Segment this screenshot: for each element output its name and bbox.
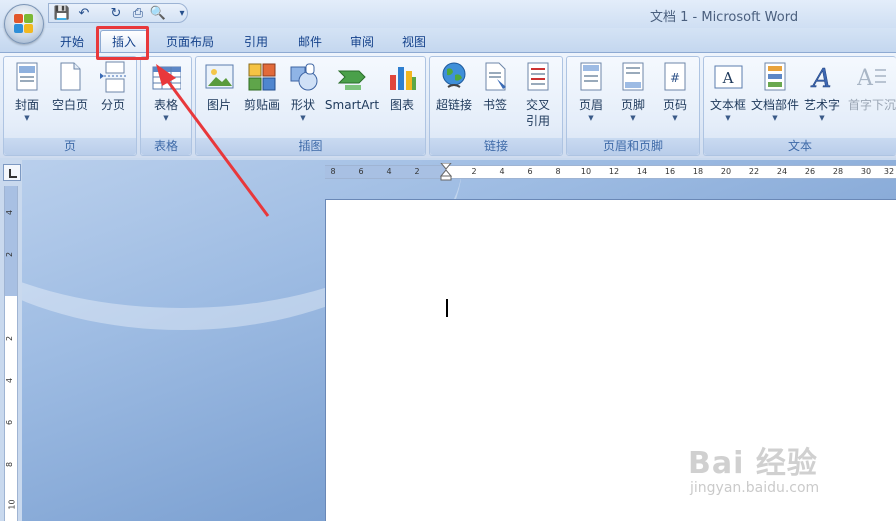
table-icon bbox=[151, 61, 182, 93]
group-label-links: 链接 bbox=[430, 138, 562, 155]
bookmark-icon bbox=[480, 61, 510, 93]
bookmark-button[interactable]: 书签 bbox=[478, 61, 512, 137]
chevron-down-icon: ▼ bbox=[163, 114, 169, 122]
shapes-icon bbox=[288, 61, 318, 93]
insert-tab-highlight bbox=[96, 26, 149, 60]
group-illustrations: 图片 剪贴画 形状 ▼ SmartArt 图表 插图 bbox=[195, 56, 426, 156]
text-box-button[interactable]: A 文本框 ▼ bbox=[708, 61, 748, 137]
wordart-icon: A bbox=[807, 61, 837, 95]
group-label-tables: 表格 bbox=[141, 138, 191, 155]
picture-button[interactable]: 图片 bbox=[202, 61, 236, 137]
group-header-footer: 页眉 ▼ 页脚 ▼ # 页码 ▼ 页眉和页脚 bbox=[566, 56, 700, 156]
tab-view[interactable]: 视图 bbox=[392, 30, 436, 52]
page-number-button[interactable]: # 页码 ▼ bbox=[657, 61, 693, 137]
chevron-down-icon: ▼ bbox=[819, 114, 825, 122]
window-title: 文档 1 - Microsoft Word bbox=[650, 10, 799, 25]
print-icon[interactable]: ⎙ bbox=[129, 5, 147, 22]
svg-text:A: A bbox=[722, 69, 734, 87]
picture-icon bbox=[204, 61, 234, 93]
text-cursor bbox=[446, 299, 448, 317]
text-box-icon: A bbox=[713, 61, 743, 93]
horizontal-ruler[interactable]: 8 6 4 2 2 4 6 8 10 12 14 16 18 20 22 24 … bbox=[325, 163, 896, 181]
smartart-icon bbox=[337, 61, 367, 93]
group-label-text: 文本 bbox=[704, 138, 896, 155]
hyperlink-button[interactable]: 超链接 bbox=[434, 61, 474, 137]
group-links: 超链接 书签 交叉 引用 链接 bbox=[429, 56, 563, 156]
chevron-down-icon: ▼ bbox=[672, 114, 678, 122]
chevron-down-icon: ▼ bbox=[772, 114, 778, 122]
clip-art-icon bbox=[247, 61, 277, 93]
vertical-ruler[interactable]: 4 2 2 4 6 8 10 bbox=[4, 186, 18, 521]
office-logo-icon bbox=[14, 14, 34, 34]
chevron-down-icon: ▼ bbox=[725, 114, 731, 122]
chevron-down-icon: ▼ bbox=[300, 114, 306, 122]
quick-parts-button[interactable]: 文档部件 ▼ bbox=[750, 61, 800, 137]
watermark-brand: Bai 经验 bbox=[688, 446, 818, 481]
cross-reference-icon bbox=[523, 61, 553, 93]
globe-icon bbox=[439, 61, 469, 93]
ribbon: 封面 ▼ 空白页 分页 页 表格 ▼ 表格 图片 剪贴画 形状 ▼ SmartA… bbox=[0, 52, 896, 158]
shapes-button[interactable]: 形状 ▼ bbox=[286, 61, 320, 137]
table-button[interactable]: 表格 ▼ bbox=[147, 61, 185, 137]
group-label-illustrations: 插图 bbox=[196, 138, 425, 155]
save-icon[interactable]: 💾 bbox=[53, 5, 71, 22]
baidu-watermark: Bai 经验 jingyan.baidu.com bbox=[688, 432, 888, 502]
cross-reference-button[interactable]: 交叉 引用 bbox=[518, 61, 558, 137]
header-button[interactable]: 页眉 ▼ bbox=[573, 61, 609, 137]
clip-art-button[interactable]: 剪贴画 bbox=[240, 61, 284, 137]
group-pages: 封面 ▼ 空白页 分页 页 bbox=[3, 56, 137, 156]
cover-page-icon bbox=[12, 61, 42, 93]
page-break-button[interactable]: 分页 bbox=[96, 61, 130, 137]
footer-button[interactable]: 页脚 ▼ bbox=[615, 61, 651, 137]
group-text: A 文本框 ▼ 文档部件 ▼ A 艺术字 ▼ A 首字下沉 文本 bbox=[703, 56, 896, 156]
blank-page-icon bbox=[55, 61, 85, 93]
chart-button[interactable]: 图表 bbox=[384, 61, 420, 137]
top-margin-area bbox=[5, 186, 17, 296]
svg-text:A: A bbox=[811, 64, 832, 93]
office-button[interactable] bbox=[4, 4, 44, 44]
svg-text:#: # bbox=[670, 71, 680, 85]
blank-page-button[interactable]: 空白页 bbox=[50, 61, 90, 137]
indent-marker-icon[interactable] bbox=[439, 163, 463, 181]
svg-text:A: A bbox=[857, 66, 874, 91]
tab-mailings[interactable]: 邮件 bbox=[288, 30, 332, 52]
footer-icon bbox=[618, 61, 648, 93]
header-icon bbox=[576, 61, 606, 93]
tab-review[interactable]: 审阅 bbox=[340, 30, 384, 52]
smartart-button[interactable]: SmartArt bbox=[324, 61, 380, 137]
print-preview-icon[interactable]: 🔍 bbox=[149, 5, 167, 22]
chart-icon bbox=[387, 61, 417, 93]
wordart-button[interactable]: A 艺术字 ▼ bbox=[802, 61, 842, 137]
group-tables: 表格 ▼ 表格 bbox=[140, 56, 192, 156]
group-label-pages: 页 bbox=[4, 138, 136, 155]
cover-page-button[interactable]: 封面 ▼ bbox=[10, 61, 44, 137]
redo-icon[interactable]: ↻ bbox=[107, 5, 125, 22]
chevron-down-icon: ▼ bbox=[588, 114, 594, 122]
tab-page-layout[interactable]: 页面布局 bbox=[158, 30, 222, 52]
tab-references[interactable]: 引用 bbox=[234, 30, 278, 52]
quick-parts-icon bbox=[760, 61, 790, 93]
group-label-header-footer: 页眉和页脚 bbox=[567, 138, 699, 155]
quick-access-toolbar: 💾 ↶ ↻ ⎙ 🔍 ▾ bbox=[48, 3, 188, 23]
page-number-icon: # bbox=[660, 61, 690, 93]
drop-cap-button[interactable]: A 首字下沉 bbox=[844, 61, 896, 137]
title-bar: 💾 ↶ ↻ ⎙ 🔍 ▾ 文档 1 - Microsoft Word bbox=[0, 0, 896, 28]
chevron-down-icon: ▼ bbox=[630, 114, 636, 122]
dropdown-icon[interactable]: ▾ bbox=[173, 5, 191, 22]
tab-selector-button[interactable] bbox=[3, 164, 21, 181]
page-break-icon bbox=[98, 61, 128, 93]
drop-cap-icon: A bbox=[856, 61, 887, 93]
watermark-url: jingyan.baidu.com bbox=[690, 480, 820, 496]
chevron-down-icon: ▼ bbox=[24, 114, 30, 122]
tab-home[interactable]: 开始 bbox=[50, 30, 94, 52]
undo-icon[interactable]: ↶ bbox=[75, 5, 93, 22]
